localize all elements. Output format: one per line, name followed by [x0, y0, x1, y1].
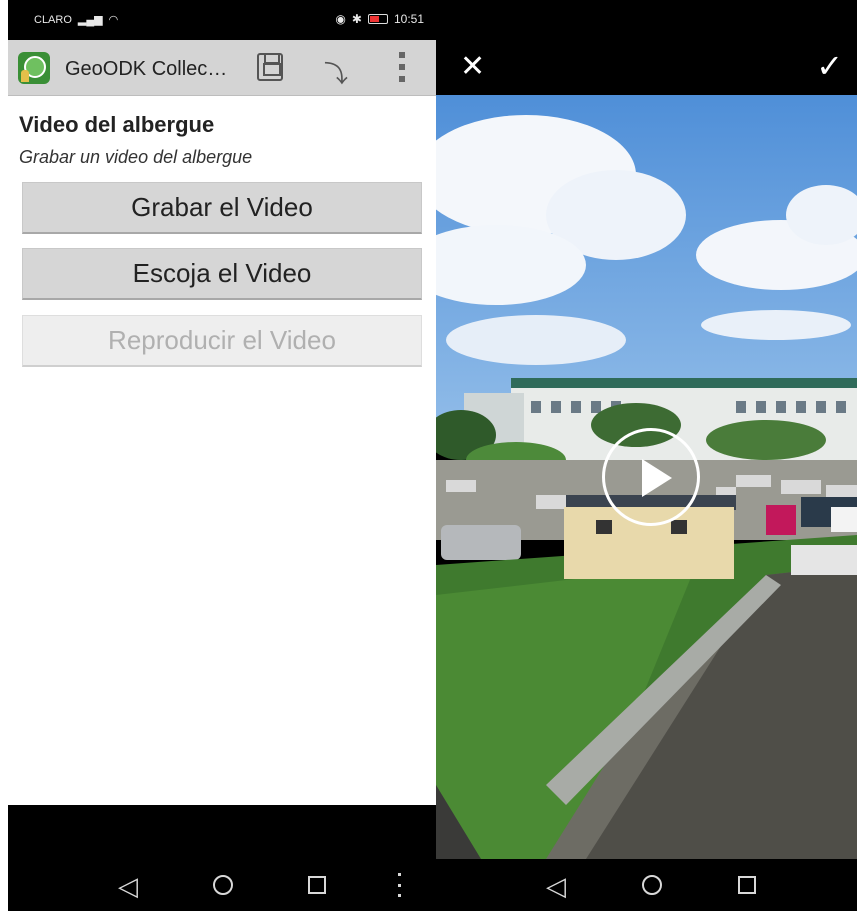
viewer-nav-home-icon[interactable] — [642, 875, 662, 895]
form-screen: CLARO ▂▄▆ ◠ ◉ ✱ 10:51 GeoODK Collec… ⤵ V… — [8, 0, 436, 911]
question-label: Video del albergue — [19, 112, 215, 137]
close-icon[interactable]: ✕ — [460, 52, 485, 82]
app-logo-icon — [18, 52, 50, 84]
carrier-label: CLARO — [34, 13, 72, 26]
app-title: GeoODK Collec… — [65, 58, 228, 80]
status-bar: CLARO ▂▄▆ ◠ ◉ ✱ 10:51 — [8, 0, 436, 40]
nav-more-icon[interactable] — [398, 873, 402, 897]
overflow-menu-icon[interactable] — [398, 52, 406, 82]
question-area: Video del albergue Grabar un video del a… — [8, 96, 436, 805]
bluetooth-icon: ✱ — [351, 12, 362, 26]
record-video-button[interactable]: Grabar el Video — [22, 182, 422, 234]
clock: 10:51 — [393, 12, 424, 26]
battery-icon — [367, 14, 388, 24]
nav-home-icon[interactable] — [213, 875, 233, 895]
nav-back-icon[interactable]: ◁ — [118, 871, 138, 902]
save-icon[interactable] — [257, 53, 283, 81]
eye-icon: ◉ — [335, 12, 346, 26]
video-viewer-screen: ✕ ✓ ◁ — [436, 0, 857, 911]
viewer-navigation-bar: ◁ — [436, 859, 857, 911]
screen: CLARO ▂▄▆ ◠ ◉ ✱ 10:51 GeoODK Collec… ⤵ V… — [0, 0, 857, 911]
nav-recents-icon[interactable] — [308, 876, 326, 894]
play-icon[interactable] — [602, 428, 700, 526]
goto-prompt-icon[interactable]: ⤵ — [324, 54, 348, 89]
question-hint: Grabar un video del albergue — [19, 147, 253, 167]
viewer-toolbar: ✕ ✓ — [436, 0, 857, 95]
viewer-nav-recents-icon[interactable] — [738, 876, 756, 894]
app-bar: GeoODK Collec… ⤵ — [8, 40, 436, 96]
wifi-icon: ◠ — [108, 14, 119, 26]
signal-icon: ▂▄▆ — [77, 14, 103, 26]
viewer-nav-back-icon[interactable]: ◁ — [546, 871, 566, 902]
confirm-check-icon[interactable]: ✓ — [816, 50, 843, 82]
play-video-button: Reproducir el Video — [22, 315, 422, 367]
choose-video-button[interactable]: Escoja el Video — [22, 248, 422, 300]
navigation-bar: ◁ — [8, 859, 436, 911]
video-preview[interactable] — [436, 95, 857, 859]
bottom-band — [8, 805, 436, 859]
